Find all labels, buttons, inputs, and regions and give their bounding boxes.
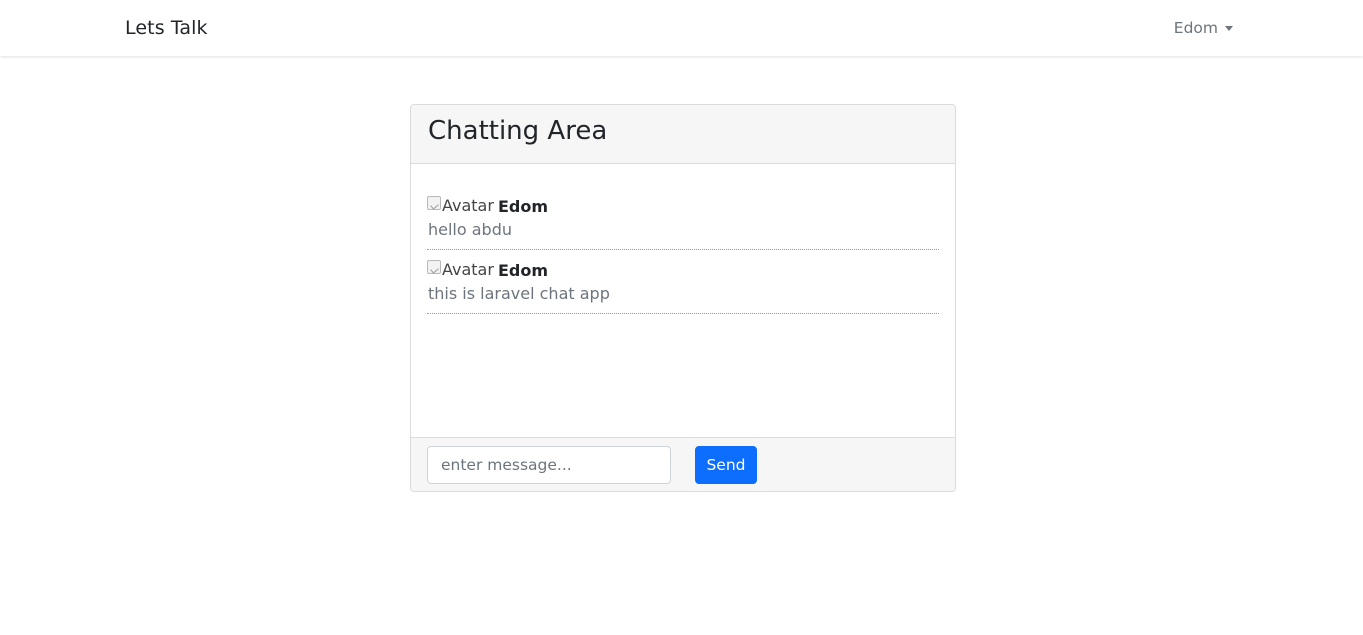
message-text: this is laravel chat app (428, 284, 610, 303)
user-dropdown-toggle[interactable]: Edom (1174, 18, 1233, 38)
message-author: Edom (497, 196, 548, 216)
avatar: Avatar (427, 260, 494, 280)
user-name: Edom (1173, 19, 1218, 37)
top-navbar: Lets Talk Edom (0, 0, 1363, 56)
send-button[interactable]: Send (695, 446, 757, 484)
broken-image-icon (427, 196, 441, 210)
brand-link[interactable]: Lets Talk (125, 16, 208, 40)
message-header: Avatar Edom (427, 258, 939, 282)
message-item: Avatar Edom this is laravel chat app (427, 258, 939, 314)
avatar-alt-text: Avatar (442, 260, 494, 279)
message-text: hello abdu (428, 220, 513, 239)
chat-title: Chatting Area (428, 116, 608, 146)
caret-down-icon (1225, 25, 1233, 31)
message-list: Avatar Edom hello abdu Avatar Edom this … (411, 164, 955, 437)
chat-card-header: Chatting Area (411, 105, 955, 164)
chat-card: Chatting Area Avatar Edom hello abdu Ava… (410, 104, 956, 492)
message-author: Edom (497, 260, 548, 280)
message-input[interactable] (427, 446, 671, 484)
chat-card-footer: Send (411, 437, 955, 491)
message-item: Avatar Edom hello abdu (427, 194, 939, 250)
broken-image-icon (427, 260, 441, 274)
message-header: Avatar Edom (427, 194, 939, 218)
avatar-alt-text: Avatar (442, 196, 494, 215)
avatar: Avatar (427, 196, 494, 216)
